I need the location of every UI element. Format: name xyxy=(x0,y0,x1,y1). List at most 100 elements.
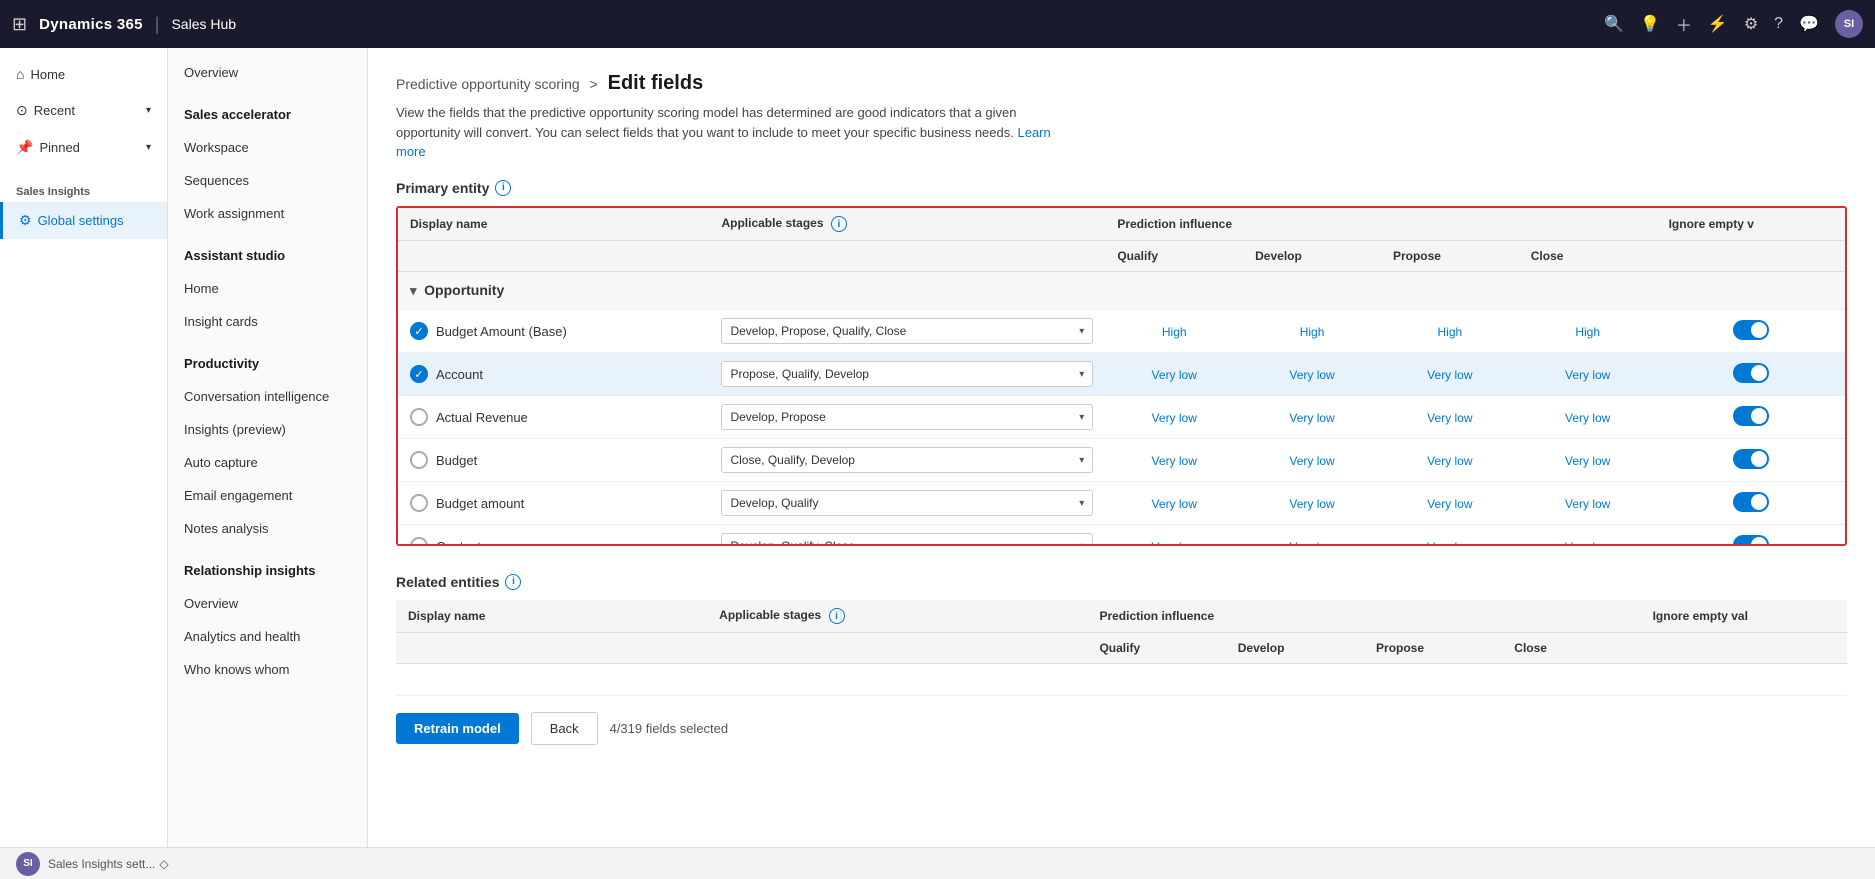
second-item-conversation-intelligence[interactable]: Conversation intelligence xyxy=(168,380,367,413)
qualify-val-2[interactable]: Very low xyxy=(1152,411,1197,425)
search-icon[interactable]: 🔍 xyxy=(1604,14,1624,34)
develop-val-3[interactable]: Very low xyxy=(1289,454,1334,468)
toggle-1[interactable] xyxy=(1733,363,1769,383)
propose-val-0[interactable]: High xyxy=(1438,325,1463,339)
radio-4[interactable] xyxy=(410,494,428,512)
expand-opportunity-icon[interactable]: ▾ xyxy=(410,283,417,298)
display-cell-1: Account xyxy=(410,365,697,383)
radio-5[interactable] xyxy=(410,537,428,546)
second-item-workspace[interactable]: Workspace xyxy=(168,131,367,164)
develop-val-4[interactable]: Very low xyxy=(1289,497,1334,511)
radio-2[interactable] xyxy=(410,408,428,426)
develop-val-0[interactable]: High xyxy=(1300,325,1325,339)
second-item-insight-cards[interactable]: Insight cards xyxy=(168,305,367,338)
propose-val-3[interactable]: Very low xyxy=(1427,454,1472,468)
primary-entity-info-icon[interactable]: i xyxy=(495,180,511,196)
second-item-auto-capture[interactable]: Auto capture xyxy=(168,446,367,479)
sidebar-recent-label: Recent xyxy=(34,103,75,118)
sidebar-item-pinned[interactable]: 📌 Pinned ▾ xyxy=(0,129,167,166)
back-button[interactable]: Back xyxy=(531,712,598,745)
second-item-overview2[interactable]: Overview xyxy=(168,587,367,620)
related-stages-info-icon[interactable]: i xyxy=(829,608,845,624)
help-icon[interactable]: ? xyxy=(1774,15,1783,33)
rth-close: Close xyxy=(1502,633,1640,664)
close-val-0[interactable]: High xyxy=(1575,325,1600,339)
related-entities-section: Related entities i xyxy=(396,574,1847,590)
rth-propose: Propose xyxy=(1364,633,1502,664)
second-item-home2[interactable]: Home xyxy=(168,272,367,305)
rth-develop: Develop xyxy=(1226,633,1364,664)
bottom-status-label: Sales Insights sett... xyxy=(48,857,155,871)
bottom-avatar[interactable]: SI xyxy=(16,852,40,876)
grid-icon[interactable]: ⊞ xyxy=(12,14,27,35)
opportunity-section-row: ▾ Opportunity xyxy=(398,272,1845,310)
stage-select-0[interactable]: Develop, Propose, Qualify, Close ▾ xyxy=(721,318,1093,344)
qualify-val-1[interactable]: Very low xyxy=(1152,368,1197,382)
stage-select-2[interactable]: Develop, Propose ▾ xyxy=(721,404,1093,430)
propose-val-5[interactable]: Very low xyxy=(1427,540,1472,546)
sidebar-item-recent[interactable]: ⊙ Recent ▾ xyxy=(0,92,167,129)
second-item-work-assignment[interactable]: Work assignment xyxy=(168,197,367,230)
toggle-4[interactable] xyxy=(1733,492,1769,512)
second-item-analytics-health[interactable]: Analytics and health xyxy=(168,620,367,653)
develop-val-2[interactable]: Very low xyxy=(1289,411,1334,425)
second-item-who-knows-whom[interactable]: Who knows whom xyxy=(168,653,367,686)
related-entities-info-icon[interactable]: i xyxy=(505,574,521,590)
recent-chevron: ▾ xyxy=(146,105,151,116)
propose-val-1[interactable]: Very low xyxy=(1427,368,1472,382)
stages-info-icon[interactable]: i xyxy=(831,216,847,232)
toggle-0[interactable] xyxy=(1733,320,1769,340)
field-name-0: Budget Amount (Base) xyxy=(436,324,567,339)
table-row: Account Propose, Qualify, Develop ▾ Very… xyxy=(398,353,1845,396)
toggle-5[interactable] xyxy=(1733,535,1769,546)
stage-chevron-3: ▾ xyxy=(1079,455,1084,466)
sidebar-item-global-settings[interactable]: ⚙ Global settings xyxy=(0,202,167,239)
home-icon: ⌂ xyxy=(16,66,24,82)
second-item-insights-preview[interactable]: Insights (preview) xyxy=(168,413,367,446)
rth-qualify: Qualify xyxy=(1087,633,1225,664)
retrain-model-button[interactable]: Retrain model xyxy=(396,713,519,744)
display-cell-0: Budget Amount (Base) xyxy=(410,322,697,340)
checkbox-0[interactable] xyxy=(410,322,428,340)
develop-val-1[interactable]: Very low xyxy=(1289,368,1334,382)
stage-select-5[interactable]: Develop, Qualify, Close ▾ xyxy=(721,533,1093,546)
close-val-4[interactable]: Very low xyxy=(1565,497,1610,511)
close-val-3[interactable]: Very low xyxy=(1565,454,1610,468)
toggle-2[interactable] xyxy=(1733,406,1769,426)
close-val-5[interactable]: Very low xyxy=(1565,540,1610,546)
second-item-relationship-insights[interactable]: Relationship insights xyxy=(168,553,367,587)
propose-val-4[interactable]: Very low xyxy=(1427,497,1472,511)
qualify-val-3[interactable]: Very low xyxy=(1152,454,1197,468)
close-val-1[interactable]: Very low xyxy=(1565,368,1610,382)
second-item-sales-accelerator[interactable]: Sales accelerator xyxy=(168,97,367,131)
qualify-val-5[interactable]: Very low xyxy=(1152,540,1197,546)
qualify-val-4[interactable]: Very low xyxy=(1152,497,1197,511)
toggle-3[interactable] xyxy=(1733,449,1769,469)
stage-select-4[interactable]: Develop, Qualify ▾ xyxy=(721,490,1093,516)
lightbulb-icon[interactable]: 💡 xyxy=(1640,14,1660,34)
second-item-sequences[interactable]: Sequences xyxy=(168,164,367,197)
second-item-productivity[interactable]: Productivity xyxy=(168,346,367,380)
filter-icon[interactable]: ⚡ xyxy=(1708,14,1728,34)
second-item-email-engagement[interactable]: Email engagement xyxy=(168,479,367,512)
sidebar-item-home[interactable]: ⌂ Home xyxy=(0,56,167,92)
chat-icon[interactable]: 💬 xyxy=(1799,14,1819,34)
gear-icon[interactable]: ⚙ xyxy=(1744,14,1758,34)
stage-select-1[interactable]: Propose, Qualify, Develop ▾ xyxy=(721,361,1093,387)
th-empty3 xyxy=(1657,241,1845,272)
sidebar-home-label: Home xyxy=(30,67,65,82)
plus-icon[interactable]: ＋ xyxy=(1676,12,1692,36)
stage-select-3[interactable]: Close, Qualify, Develop ▾ xyxy=(721,447,1093,473)
radio-3[interactable] xyxy=(410,451,428,469)
rth-empty1 xyxy=(396,633,707,664)
second-item-assistant-studio[interactable]: Assistant studio xyxy=(168,238,367,272)
second-item-notes-analysis[interactable]: Notes analysis xyxy=(168,512,367,545)
checkbox-1[interactable] xyxy=(410,365,428,383)
propose-val-2[interactable]: Very low xyxy=(1427,411,1472,425)
qualify-val-0[interactable]: High xyxy=(1162,325,1187,339)
display-cell-2: Actual Revenue xyxy=(410,408,697,426)
user-avatar[interactable]: SI xyxy=(1835,10,1863,38)
develop-val-5[interactable]: Very low xyxy=(1289,540,1334,546)
second-item-overview[interactable]: Overview xyxy=(168,56,367,89)
close-val-2[interactable]: Very low xyxy=(1565,411,1610,425)
